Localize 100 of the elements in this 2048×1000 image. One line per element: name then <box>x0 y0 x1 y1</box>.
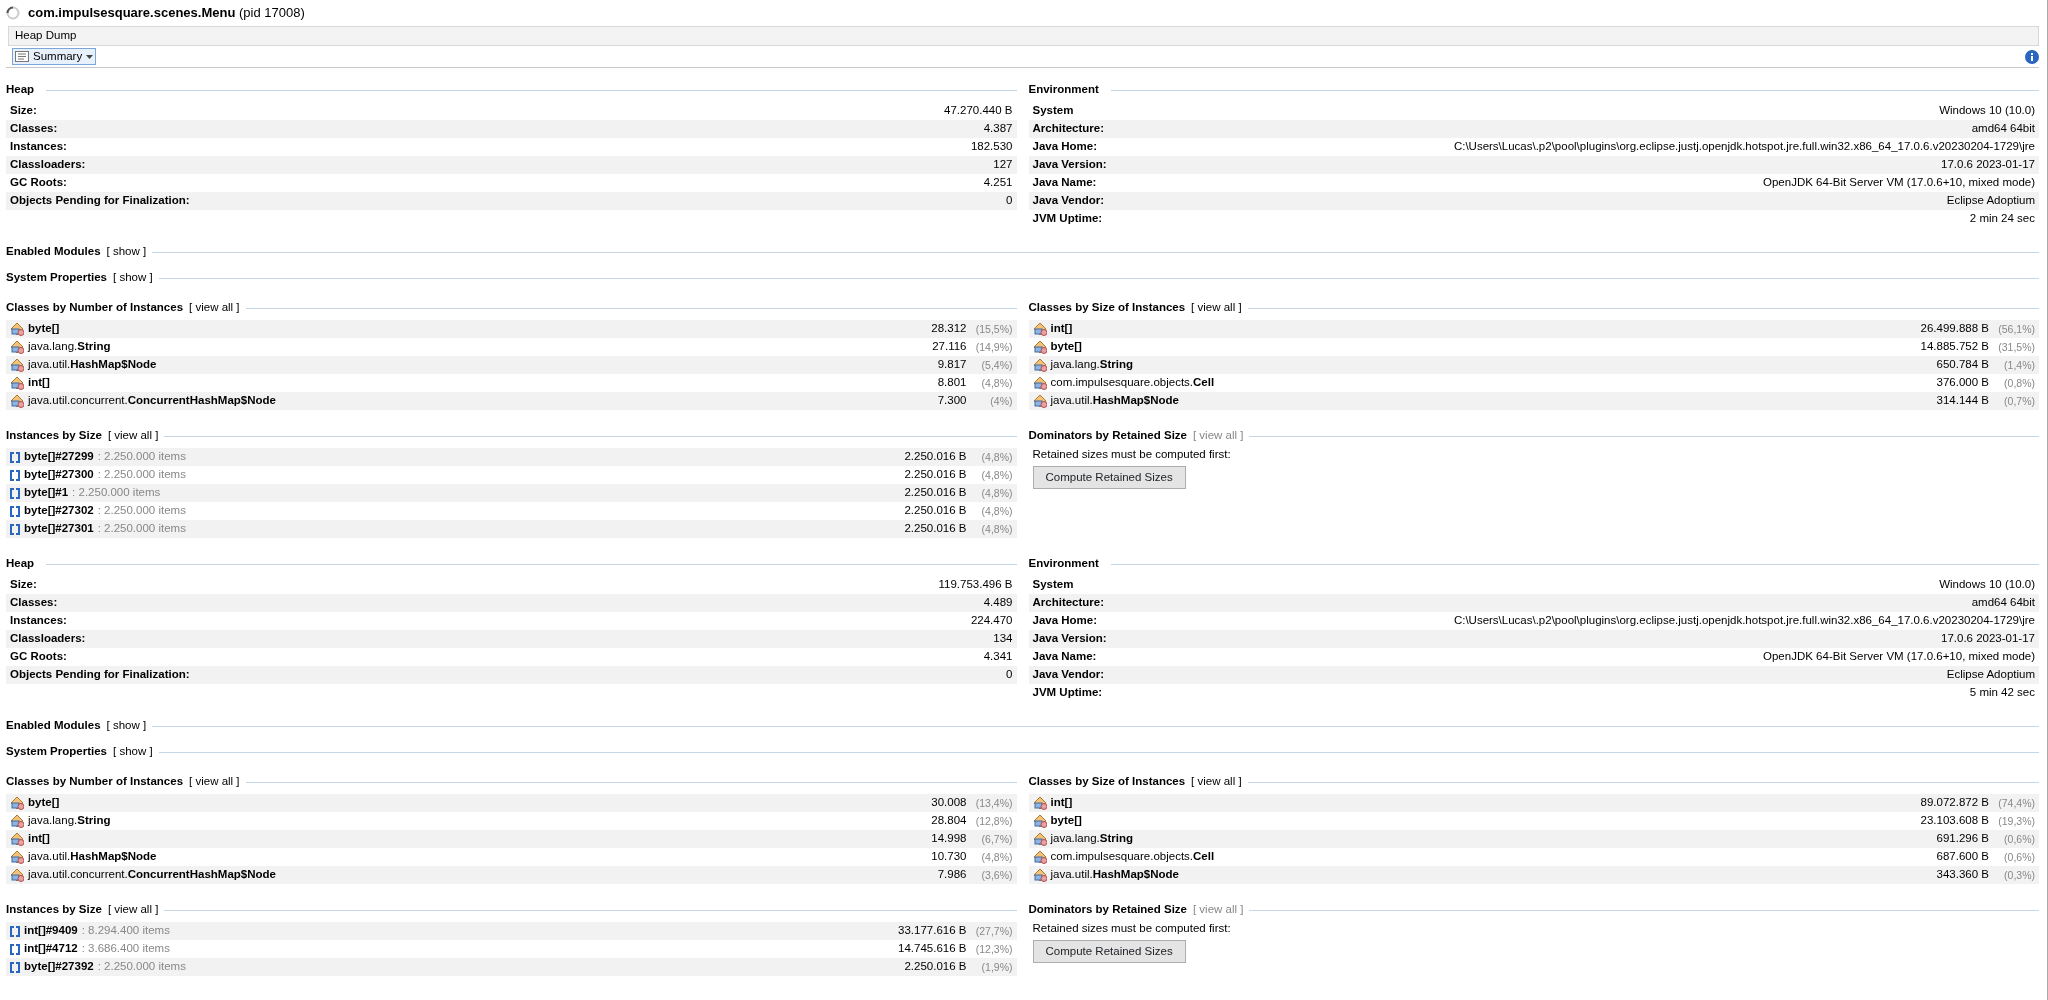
class-name[interactable]: com.impulsesquare.objects.Cell <box>1050 850 1215 864</box>
field-value: 17.0.6 2023-01-17 <box>1941 632 2035 646</box>
percent-value: (1,4%) <box>2003 358 2035 372</box>
percent-value: (12,3%) <box>974 942 1013 956</box>
section-link[interactable]: [ view all ] <box>189 775 240 789</box>
instance-name[interactable]: byte[]#27300 <box>24 468 94 482</box>
size-value: 2.250.016 B <box>904 468 967 482</box>
instance-name[interactable]: int[]#9409 <box>24 924 78 938</box>
count-value: 27.116 <box>932 340 967 354</box>
field-value: 17.0.6 2023-01-17 <box>1941 158 2035 172</box>
section-title: System Properties <box>6 271 107 285</box>
section-link[interactable]: [ show ] <box>113 745 153 759</box>
field-value: Eclipse Adoptium <box>1946 194 2035 208</box>
instance-name[interactable]: byte[]#27392 <box>24 960 94 974</box>
class-icon <box>1032 322 1047 336</box>
class-icon <box>10 340 24 354</box>
array-icon <box>10 523 20 535</box>
field-value: amd64 64bit <box>1971 122 2035 136</box>
class-icon <box>10 832 24 846</box>
class-name[interactable]: java.util.HashMap$Node <box>28 358 157 372</box>
section-link[interactable]: [ show ] <box>106 719 147 733</box>
class-name[interactable]: java.util.HashMap$Node <box>28 850 157 864</box>
instance-name[interactable]: byte[]#27302 <box>24 504 94 518</box>
count-value: 8.801 <box>937 376 967 390</box>
class-icon <box>10 394 24 408</box>
instance-name[interactable]: byte[]#1 <box>24 486 69 500</box>
section-link[interactable]: [ view all ] <box>1191 301 1242 315</box>
field-label: Java Name: <box>1032 650 1097 664</box>
count-value: 10.730 <box>931 850 967 864</box>
count-value: 687.600 B <box>1936 850 1989 864</box>
section-title: Heap <box>6 83 35 97</box>
class-name[interactable]: int[] <box>1050 322 1073 336</box>
percent-value: (31,5%) <box>1997 340 2035 354</box>
instance-name[interactable]: byte[]#27299 <box>24 450 94 464</box>
class-name[interactable]: java.lang.String <box>1050 832 1133 846</box>
class-name[interactable]: java.lang.String <box>1050 358 1133 372</box>
class-name[interactable]: java.util.HashMap$Node <box>1050 868 1179 882</box>
section-link[interactable]: [ show ] <box>106 245 147 259</box>
class-name[interactable]: java.lang.String <box>28 814 111 828</box>
field-label: Java Version: <box>1032 632 1107 646</box>
section-link[interactable]: [ view all ] <box>107 903 159 917</box>
field-value: 134 <box>993 632 1013 646</box>
field-label: Java Version: <box>1032 158 1107 172</box>
class-name[interactable]: java.util.HashMap$Node <box>1050 394 1179 408</box>
field-label: Classes: <box>10 596 58 610</box>
size-value: 2.250.016 B <box>904 486 967 500</box>
item-count: : 2.250.000 items <box>97 960 186 974</box>
class-name[interactable]: byte[] <box>28 796 60 810</box>
class-icon <box>10 358 24 372</box>
section-link[interactable]: [ view all ] <box>107 429 159 443</box>
class-name[interactable]: java.util.concurrent.ConcurrentHashMap$Node <box>28 394 276 408</box>
section-link[interactable]: [ view all ] <box>1191 775 1242 789</box>
class-name[interactable]: java.lang.String <box>28 340 111 354</box>
item-count: : 2.250.000 items <box>97 522 186 536</box>
size-value: 14.745.616 B <box>898 942 967 956</box>
count-value: 691.296 B <box>1936 832 1989 846</box>
percent-value: (0,8%) <box>2003 376 2035 390</box>
view-dropdown[interactable]: Summary <box>12 48 97 65</box>
count-value: 14.885.752 B <box>1920 340 1989 354</box>
section-link[interactable]: [ show ] <box>113 271 153 285</box>
field-value: Windows 10 (10.0) <box>1939 104 2035 118</box>
field-label: GC Roots: <box>10 650 67 664</box>
caret-icon <box>86 54 94 59</box>
percent-value: (1,9%) <box>980 960 1013 974</box>
percent-value: (4%) <box>989 394 1013 408</box>
class-name[interactable]: com.impulsesquare.objects.Cell <box>1050 376 1215 390</box>
compute-button[interactable]: Compute Retained Sizes <box>1032 465 1186 490</box>
tab-label[interactable]: Heap Dump <box>15 29 77 43</box>
instance-name[interactable]: int[]#4712 <box>24 942 78 956</box>
class-name[interactable]: int[] <box>1050 796 1073 810</box>
class-name[interactable]: int[] <box>28 832 50 846</box>
count-value: 9.817 <box>937 358 967 372</box>
field-label: Architecture: <box>1032 122 1105 136</box>
field-label: Java Vendor: <box>1032 194 1105 208</box>
field-value: OpenJDK 64-Bit Server VM (17.0.6+10, mixed mode) <box>1763 176 2035 190</box>
field-label: Java Vendor: <box>1032 668 1105 682</box>
array-icon <box>10 469 20 481</box>
section-link[interactable]: [ view all ] <box>189 301 240 315</box>
size-value: 2.250.016 B <box>904 450 967 464</box>
size-value: 2.250.016 B <box>904 522 967 536</box>
percent-value: (4,8%) <box>980 450 1013 464</box>
field-label: Objects Pending for Finalization: <box>10 194 190 208</box>
class-name[interactable]: byte[] <box>1050 340 1082 354</box>
percent-value: (0,6%) <box>2003 850 2035 864</box>
class-icon <box>1032 358 1047 372</box>
percent-value: (74,4%) <box>1997 796 2035 810</box>
field-value: C:\Users\Lucas\.p2\pool\plugins\org.eclipse.justj.openjdk.hotspot.jre.full.win32.x86_64_17.0.6.v20230204-1729\jre <box>1453 140 2035 154</box>
class-name[interactable]: java.util.concurrent.ConcurrentHashMap$Node <box>28 868 276 882</box>
class-icon <box>1032 850 1047 864</box>
instance-name[interactable]: byte[]#27301 <box>24 522 94 536</box>
field-value: 224.470 <box>970 614 1013 628</box>
compute-button[interactable]: Compute Retained Sizes <box>1032 939 1186 964</box>
count-value: 28.804 <box>931 814 967 828</box>
class-name[interactable]: int[] <box>28 376 50 390</box>
class-name[interactable]: byte[] <box>28 322 60 336</box>
class-name[interactable]: byte[] <box>1050 814 1082 828</box>
item-count: : 3.686.400 items <box>81 942 170 956</box>
percent-value: (13,4%) <box>974 796 1013 810</box>
window-title: com.impulsesquare.scenes.Menu (pid 17008) <box>28 5 305 21</box>
class-icon <box>10 850 24 864</box>
